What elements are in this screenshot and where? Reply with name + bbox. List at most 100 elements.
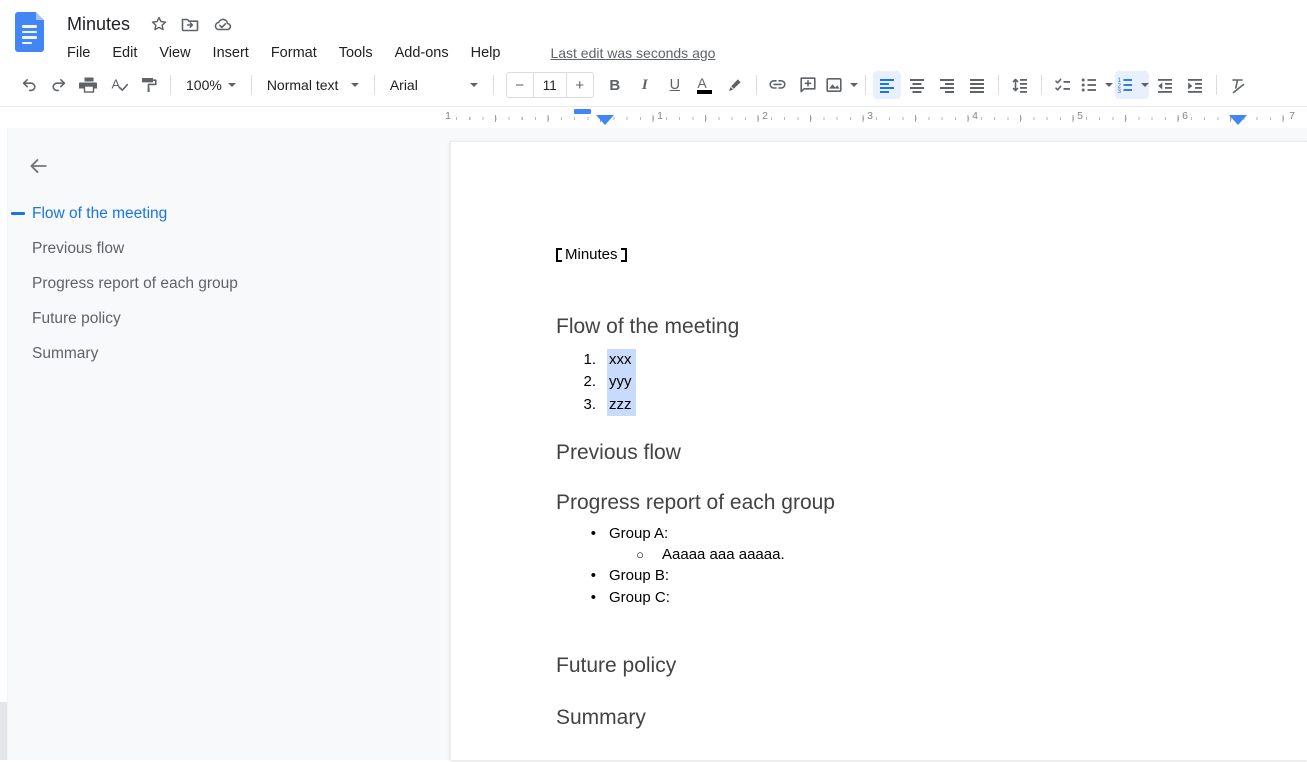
outline-list: Flow of the meeting Previous flow Progre… xyxy=(27,196,450,371)
toolbar-separator xyxy=(865,75,866,95)
menu-file[interactable]: File xyxy=(67,45,90,61)
selected-text: zzz xyxy=(607,394,636,416)
list-text: Aaaaa aaa aaaaa. xyxy=(662,544,785,565)
list-item[interactable]: 2. yyy xyxy=(556,371,1267,393)
print-button[interactable] xyxy=(75,71,103,99)
redo-button[interactable] xyxy=(45,71,73,99)
chevron-down-icon xyxy=(1105,83,1113,87)
line-spacing-button[interactable] xyxy=(1006,71,1034,99)
toolbar-separator xyxy=(493,75,494,95)
font-size-increase-button[interactable]: + xyxy=(567,73,593,97)
document-page[interactable]: Minutes Flow of the meeting 1. xxx 2. yy… xyxy=(450,141,1307,760)
first-line-indent-marker[interactable] xyxy=(574,109,591,114)
menu-format[interactable]: Format xyxy=(271,45,317,61)
outline-item-future-policy[interactable]: Future policy xyxy=(32,301,450,336)
menu-addons[interactable]: Add-ons xyxy=(395,45,449,61)
doc-numbered-list: 1. xxx 2. yyy 3. zzz xyxy=(556,349,1267,416)
justify-button[interactable] xyxy=(963,71,991,99)
left-indent-marker[interactable] xyxy=(596,115,614,125)
doc-heading-future[interactable]: Future policy xyxy=(556,653,1267,679)
scrollbar-thumb[interactable] xyxy=(0,702,7,760)
doc-tag-line[interactable]: Minutes xyxy=(556,245,1267,265)
chevron-down-icon xyxy=(228,83,236,87)
numbered-list-button[interactable]: 123 xyxy=(1115,71,1149,99)
increase-indent-button[interactable] xyxy=(1181,71,1209,99)
outline-scrollbar[interactable] xyxy=(0,128,8,760)
checklist-button[interactable] xyxy=(1049,71,1077,99)
list-item[interactable]: 3. zzz xyxy=(556,394,1267,416)
bullet-icon: • xyxy=(556,565,596,586)
svg-text:A: A xyxy=(112,77,121,92)
highlight-color-button[interactable] xyxy=(721,71,749,99)
bullet-icon: • xyxy=(556,523,596,544)
insert-link-button[interactable] xyxy=(764,71,792,99)
ruler[interactable]: 1 1 2 3 4 5 6 7 xyxy=(0,107,1307,128)
docs-logo-icon[interactable] xyxy=(15,12,44,52)
last-edit-status[interactable]: Last edit was seconds ago xyxy=(550,45,715,61)
font-family-select[interactable]: Arial xyxy=(382,71,486,99)
text-color-icon: A xyxy=(697,77,712,94)
add-comment-button[interactable] xyxy=(794,71,822,99)
menu-insert[interactable]: Insert xyxy=(213,45,249,61)
insert-image-button[interactable] xyxy=(824,71,858,99)
outline-item-summary[interactable]: Summary xyxy=(32,336,450,371)
cloud-status-icon[interactable] xyxy=(212,15,233,33)
list-item[interactable]: • Group A: xyxy=(556,523,1267,544)
lenticular-bracket-open xyxy=(556,248,562,262)
list-item[interactable]: • Group C: xyxy=(556,587,1267,608)
list-item[interactable]: • Group B: xyxy=(556,565,1267,586)
toolbar-separator xyxy=(170,75,171,95)
content-area: Flow of the meeting Previous flow Progre… xyxy=(0,128,1307,760)
star-icon[interactable] xyxy=(150,15,168,33)
decrease-indent-button[interactable] xyxy=(1151,71,1179,99)
spellcheck-button[interactable]: A xyxy=(105,71,133,99)
list-text: Group C: xyxy=(609,587,670,608)
menu-help[interactable]: Help xyxy=(471,45,501,61)
doc-tag-text: Minutes xyxy=(565,245,618,265)
ruler-number: 5 xyxy=(1074,110,1086,123)
right-indent-marker[interactable] xyxy=(1229,115,1247,125)
align-left-button[interactable] xyxy=(873,71,901,99)
menu-tools[interactable]: Tools xyxy=(339,45,373,61)
outline-item-previous-flow[interactable]: Previous flow xyxy=(32,231,450,266)
highlighter-icon xyxy=(725,75,745,95)
selected-text: xxx xyxy=(607,349,636,371)
list-number: 2. xyxy=(556,371,596,393)
align-right-button[interactable] xyxy=(933,71,961,99)
align-center-button[interactable] xyxy=(903,71,931,99)
outline-item-flow-of-the-meeting[interactable]: Flow of the meeting xyxy=(32,196,450,231)
undo-button[interactable] xyxy=(15,71,43,99)
list-number: 1. xyxy=(556,349,596,371)
underline-button[interactable]: U xyxy=(661,71,689,99)
close-outline-button[interactable] xyxy=(27,154,51,178)
paragraph-style-select[interactable]: Normal text xyxy=(259,71,367,99)
move-folder-icon[interactable] xyxy=(180,15,200,33)
paint-format-button[interactable] xyxy=(135,71,163,99)
ruler-number: 6 xyxy=(1179,110,1191,123)
doc-heading-flow[interactable]: Flow of the meeting xyxy=(556,314,1267,340)
text-color-button[interactable]: A xyxy=(691,71,719,99)
doc-heading-progress[interactable]: Progress report of each group xyxy=(556,490,1267,516)
menu-bar: File Edit View Insert Format Tools Add-o… xyxy=(67,40,715,66)
font-size-control: − 11 + xyxy=(506,72,594,98)
toolbar-separator xyxy=(756,75,757,95)
list-number: 3. xyxy=(556,394,596,416)
document-title[interactable]: Minutes xyxy=(67,14,130,35)
chevron-down-icon xyxy=(850,83,858,87)
menu-edit[interactable]: Edit xyxy=(112,45,137,61)
chevron-down-icon xyxy=(470,83,478,87)
font-size-input[interactable]: 11 xyxy=(533,73,567,97)
doc-heading-summary[interactable]: Summary xyxy=(556,705,1267,731)
font-size-decrease-button[interactable]: − xyxy=(507,73,533,97)
menu-view[interactable]: View xyxy=(159,45,190,61)
doc-heading-previous[interactable]: Previous flow xyxy=(556,440,1267,466)
zoom-select[interactable]: 100% xyxy=(178,71,244,99)
bulleted-list-button[interactable] xyxy=(1079,71,1113,99)
bold-button[interactable]: B xyxy=(601,71,629,99)
outline-item-progress-report[interactable]: Progress report of each group xyxy=(32,266,450,301)
title-row: Minutes xyxy=(67,10,715,38)
list-item[interactable]: 1. xxx xyxy=(556,349,1267,371)
list-item[interactable]: ○ Aaaaa aaa aaaaa. xyxy=(556,544,1267,565)
italic-button[interactable]: I xyxy=(631,71,659,99)
clear-formatting-button[interactable] xyxy=(1224,71,1252,99)
